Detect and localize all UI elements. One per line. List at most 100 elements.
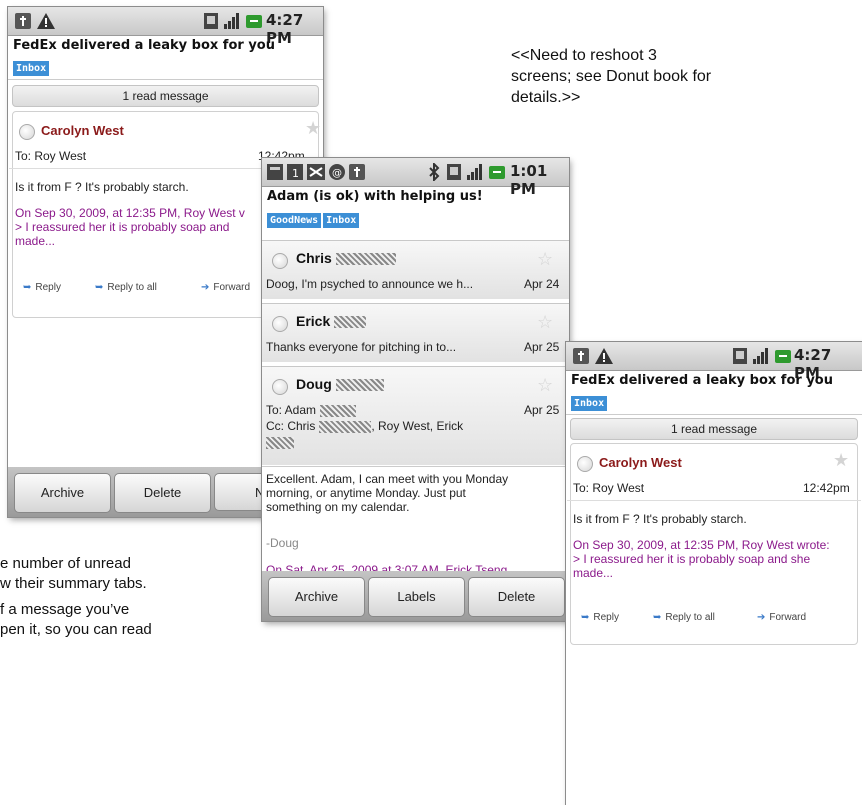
reshoot-note: <<Need to reshoot 3 screens; see Donut b… [511,45,711,108]
caption-line: w their summary tabs. [0,575,147,592]
quote-line: made... [573,566,614,580]
sender-name-text: Chris [296,250,332,266]
quote-line: > I reassured her it is probably soap an… [15,220,230,234]
svg-text:@: @ [332,168,342,179]
message-date: Apr 25 [524,340,560,354]
label-list: GoodNews Inbox [267,208,361,228]
message-body-text: Is it from F ? It's probably starch. [573,512,747,526]
signature: -Doug [266,536,299,550]
reply-all-icon: ➥ [95,282,104,293]
quoted-text: On Sep 30, 2009, at 12:35 PM, Roy West w… [573,538,830,580]
conversation-subject: Adam (is ok) with helping us! [267,189,483,204]
presence-indicator [577,456,593,472]
forward-button[interactable]: ➔ Forward [201,282,250,293]
clock: 1:01 PM [510,162,548,198]
recipient-line: To: Roy West [15,149,87,163]
bluetooth-icon [429,163,440,181]
sim-icon [733,348,747,364]
quote-line: made... [15,234,56,248]
notification-icon [267,164,283,180]
message-body: Is it from F ? It's probably starch. [573,512,747,526]
email-icon: @ [329,164,345,180]
message-date: Apr 24 [524,277,560,291]
usb-icon [573,348,589,364]
label-inbox[interactable]: Inbox [571,396,608,411]
sender-name: Doug [296,376,384,392]
message-snippet: Doog, I'm psyched to announce we h... [266,277,474,291]
conversation-item[interactable]: Chris ☆ Doog, I'm psyched to announce we… [262,240,569,299]
recipient-to: To: Adam [266,403,357,417]
reply-all-button[interactable]: ➥ Reply to all [653,612,715,623]
star-icon[interactable]: ☆ [537,249,553,270]
battery-icon [246,15,262,28]
star-icon[interactable]: ☆ [537,375,553,396]
bottom-button-bar: Archive Labels Delete [262,571,569,621]
labels-button[interactable]: Labels [368,577,465,617]
label-inbox[interactable]: Inbox [323,213,360,228]
presence-indicator [272,379,288,395]
label-list: Inbox [571,391,609,411]
sender-name[interactable]: Carolyn West [599,455,682,470]
star-icon[interactable]: ★ [833,450,849,471]
label-list: Inbox [13,56,51,76]
reply-label: Reply [35,282,61,293]
archive-button[interactable]: Archive [14,473,111,513]
caption-line: pen it, so you can read [0,621,152,638]
note-line: details.>> [511,89,581,106]
read-messages-bar[interactable]: 1 read message [570,418,858,440]
svg-text:1: 1 [292,167,299,180]
sender-name-text: Erick [296,313,331,329]
status-bar: 4:27 PM [566,342,862,382]
message-body: Excellent. Adam, I can meet with you Mon… [266,472,508,514]
reply-all-label: Reply to all [665,612,715,623]
read-messages-bar[interactable]: 1 read message [12,85,319,107]
label-goodnews[interactable]: GoodNews [267,213,322,228]
recipient-line: To: Roy West [573,481,645,495]
label-inbox[interactable]: Inbox [13,61,50,76]
message-body: Is it from F ? It's probably starch. [15,180,189,194]
conversation-item-expanded[interactable]: Doug ☆ To: Adam Apr 25 Cc: Chris , Roy We… [262,366,569,465]
delete-button[interactable]: Delete [114,473,211,513]
caption-line: e number of unread [0,555,131,572]
message-snippet: Thanks everyone for pitching in to... [266,340,457,354]
redacted-scribble [335,253,396,266]
note-line: screens; see Donut book for [511,68,712,85]
usb-icon [349,164,365,180]
warning-icon [37,13,55,29]
redacted-scribble [335,379,384,392]
quote-line: On Sep 30, 2009, at 12:35 PM, Roy West w… [573,538,830,552]
caption-text: e number of unread w their summary tabs.… [0,554,152,640]
calendar-icon: 1 [287,164,303,180]
reply-button[interactable]: ➥ Reply [581,612,619,623]
body-line: Excellent. Adam, I can meet with you Mon… [266,472,509,486]
message-body-text: Is it from F ? It's probably starch. [15,180,189,194]
quote-line: On Sep 30, 2009, at 12:35 PM, Roy West v [15,206,245,220]
forward-button[interactable]: ➔ Forward [757,612,806,623]
redacted-scribble [320,404,357,417]
delete-button[interactable]: Delete [468,577,565,617]
usb-icon [15,13,31,29]
redacted-scribble [319,420,372,433]
warning-icon [595,348,613,364]
message-card: Carolyn West ★ To: Roy West 12:42pm Is i… [567,443,861,645]
signal-icon [467,164,482,180]
note-line: <<Need to reshoot 3 [511,47,657,64]
missed-call-icon [307,164,325,180]
sender-name: Erick [296,313,367,329]
recipient-cc: Cc: Chris , Roy West, Erick [266,419,463,433]
forward-label: Forward [213,282,251,293]
redacted-scribble [334,316,367,329]
archive-button[interactable]: Archive [268,577,365,617]
sent-time: 12:42pm [803,481,850,495]
reply-button[interactable]: ➥ Reply [23,282,61,293]
reply-icon: ➥ [581,612,590,623]
star-icon[interactable]: ☆ [537,312,553,333]
message-date: Apr 25 [524,403,560,417]
battery-icon [775,350,791,363]
sender-name[interactable]: Carolyn West [41,123,124,138]
sender-name-text: Doug [296,376,332,392]
star-icon[interactable]: ★ [305,118,321,139]
conversation-item[interactable]: Erick ☆ Thanks everyone for pitching in … [262,303,569,362]
reply-all-button[interactable]: ➥ Reply to all [95,282,157,293]
caption-line: f a message you’ve [0,601,130,618]
